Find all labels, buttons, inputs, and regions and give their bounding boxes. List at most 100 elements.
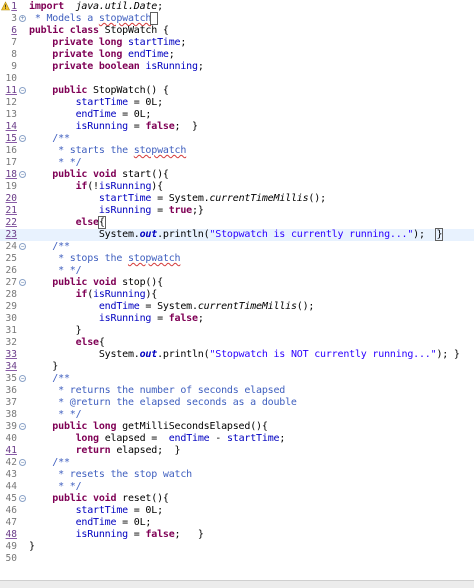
code-text[interactable]: isRunning = false; } <box>29 529 204 541</box>
code-text[interactable]: * */ <box>29 265 81 277</box>
fold-collapse-icon[interactable] <box>19 495 26 502</box>
code-text[interactable]: isRunning = false; } <box>29 121 198 133</box>
code-text[interactable]: * returns the number of seconds elapsed <box>29 385 285 397</box>
fold-collapse-icon[interactable] <box>19 87 26 94</box>
code-text[interactable]: * */ <box>29 157 81 169</box>
code-line[interactable]: 27 public void stop(){ <box>0 277 474 289</box>
code-text[interactable]: startTime = System.currentTimeMillis(); <box>29 193 326 205</box>
code-text[interactable]: * resets the stop watch <box>29 469 192 481</box>
code-text[interactable]: private long startTime; <box>29 37 186 49</box>
fold-collapse-icon[interactable] <box>19 135 26 142</box>
code-line[interactable]: 21 isRunning = true;} <box>0 205 474 217</box>
code-text[interactable]: * */ <box>29 409 81 421</box>
code-text[interactable]: /** <box>29 457 70 469</box>
code-line[interactable]: 37 * @return the elapsed seconds as a do… <box>0 397 474 409</box>
code-line[interactable]: 30 isRunning = false; <box>0 313 474 325</box>
fold-collapse-icon[interactable] <box>19 375 26 382</box>
code-text[interactable]: * @return the elapsed seconds as a doubl… <box>29 397 297 409</box>
code-line[interactable]: 28 if(isRunning){ <box>0 289 474 301</box>
code-text[interactable]: isRunning = false; <box>29 313 204 325</box>
code-line[interactable]: 8 private long endTime; <box>0 49 474 61</box>
code-text[interactable]: System.out.println("Stopwatch is current… <box>29 228 474 241</box>
code-line[interactable]: 40 long elapsed = endTime - startTime; <box>0 433 474 445</box>
code-text[interactable]: /** <box>29 133 70 145</box>
code-text[interactable]: * */ <box>29 481 81 493</box>
code-line[interactable]: 36 * returns the number of seconds elaps… <box>0 385 474 397</box>
fold-collapse-icon[interactable] <box>19 243 26 250</box>
code-line[interactable]: 1 import java.util.Date; <box>0 1 474 13</box>
code-text[interactable]: } <box>29 325 82 337</box>
code-text[interactable]: else{ <box>29 337 105 349</box>
code-line[interactable]: 24 /** <box>0 241 474 253</box>
code-line[interactable]: 13 endTime = 0L; <box>0 109 474 121</box>
code-line[interactable]: 25 * stops the stopwatch <box>0 253 474 265</box>
code-line[interactable]: 3 * Models a stopwatch <box>0 12 474 25</box>
code-text[interactable]: public void start(){ <box>29 169 169 181</box>
code-text[interactable]: long elapsed = endTime - startTime; <box>29 433 286 445</box>
code-text[interactable]: private boolean isRunning; <box>29 61 204 73</box>
code-text[interactable]: private long endTime; <box>29 49 174 61</box>
code-text[interactable]: * stops the stopwatch <box>29 253 180 265</box>
code-line[interactable]: 50 <box>0 553 474 565</box>
code-line[interactable]: 41 return elapsed; } <box>0 445 474 457</box>
code-text[interactable]: else{ <box>29 216 106 229</box>
code-text[interactable]: System.out.println("Stopwatch is NOT cur… <box>29 349 460 361</box>
code-line[interactable]: 10 <box>0 73 474 85</box>
code-text[interactable]: * starts the stopwatch <box>29 145 186 157</box>
code-line[interactable]: 44 * */ <box>0 481 474 493</box>
code-line[interactable]: 38 * */ <box>0 409 474 421</box>
code-line[interactable]: 29 endTime = System.currentTimeMillis(); <box>0 301 474 313</box>
code-line[interactable]: 22 else{ <box>0 216 474 229</box>
code-text[interactable]: * Models a stopwatch <box>29 12 159 25</box>
code-line[interactable]: 33 System.out.println("Stopwatch is NOT … <box>0 349 474 361</box>
code-line[interactable]: 46 startTime = 0L; <box>0 505 474 517</box>
code-line[interactable]: 9 private boolean isRunning; <box>0 61 474 73</box>
code-text[interactable]: startTime = 0L; <box>29 97 164 109</box>
code-text[interactable]: public StopWatch() { <box>29 85 169 97</box>
code-text[interactable]: endTime = 0L; <box>29 517 152 529</box>
code-line[interactable]: 20 startTime = System.currentTimeMillis(… <box>0 193 474 205</box>
code-text[interactable]: import java.util.Date; <box>29 1 163 13</box>
code-line[interactable]: 31 } <box>0 325 474 337</box>
code-text[interactable]: endTime = 0L; <box>29 109 152 121</box>
code-line[interactable]: 23 System.out.println("Stopwatch is curr… <box>0 228 474 241</box>
fold-collapse-icon[interactable] <box>19 423 26 430</box>
code-text[interactable]: } <box>29 361 58 373</box>
code-text[interactable]: if(isRunning){ <box>29 289 158 301</box>
code-line[interactable]: 45 public void reset(){ <box>0 493 474 505</box>
code-text[interactable]: public void reset(){ <box>29 493 169 505</box>
code-text[interactable]: startTime = 0L; <box>29 505 164 517</box>
code-text[interactable]: public class StopWatch { <box>29 25 169 37</box>
code-line[interactable]: 26 * */ <box>0 265 474 277</box>
code-line[interactable]: 43 * resets the stop watch <box>0 469 474 481</box>
code-text[interactable]: public long getMilliSecondsElapsed(){ <box>29 421 268 433</box>
code-line[interactable]: 47 endTime = 0L; <box>0 517 474 529</box>
fold-collapse-icon[interactable] <box>19 171 26 178</box>
code-line[interactable]: 14 isRunning = false; } <box>0 121 474 133</box>
code-line[interactable]: 18 public void start(){ <box>0 169 474 181</box>
code-line[interactable]: 12 startTime = 0L; <box>0 97 474 109</box>
code-line[interactable]: 48 isRunning = false; } <box>0 529 474 541</box>
code-text[interactable]: /** <box>29 373 70 385</box>
code-line[interactable]: 19 if(!isRunning){ <box>0 181 474 193</box>
code-line[interactable]: 32 else{ <box>0 337 474 349</box>
code-line[interactable]: 39 public long getMilliSecondsElapsed(){ <box>0 421 474 433</box>
code-line[interactable]: 11 public StopWatch() { <box>0 85 474 97</box>
warning-icon[interactable] <box>1 1 10 11</box>
code-text[interactable]: if(!isRunning){ <box>29 181 164 193</box>
fold-collapse-icon[interactable] <box>19 459 26 466</box>
code-text[interactable]: /** <box>29 241 70 253</box>
code-line[interactable]: 7 private long startTime; <box>0 37 474 49</box>
code-editor[interactable]: 1import java.util.Date;3 * Models a stop… <box>0 0 474 580</box>
code-text[interactable]: public void stop(){ <box>29 277 163 289</box>
code-line[interactable]: 15 /** <box>0 133 474 145</box>
code-line[interactable]: 35 /** <box>0 373 474 385</box>
code-text[interactable]: isRunning = true;} <box>29 205 204 217</box>
code-line[interactable]: 17 * */ <box>0 157 474 169</box>
code-line[interactable]: 16 * starts the stopwatch <box>0 145 474 157</box>
fold-expand-icon[interactable] <box>19 15 26 22</box>
fold-collapse-icon[interactable] <box>19 279 26 286</box>
code-line[interactable]: 6 public class StopWatch { <box>0 25 474 37</box>
code-line[interactable]: 34 } <box>0 361 474 373</box>
code-text[interactable]: endTime = System.currentTimeMillis(); <box>29 301 315 313</box>
